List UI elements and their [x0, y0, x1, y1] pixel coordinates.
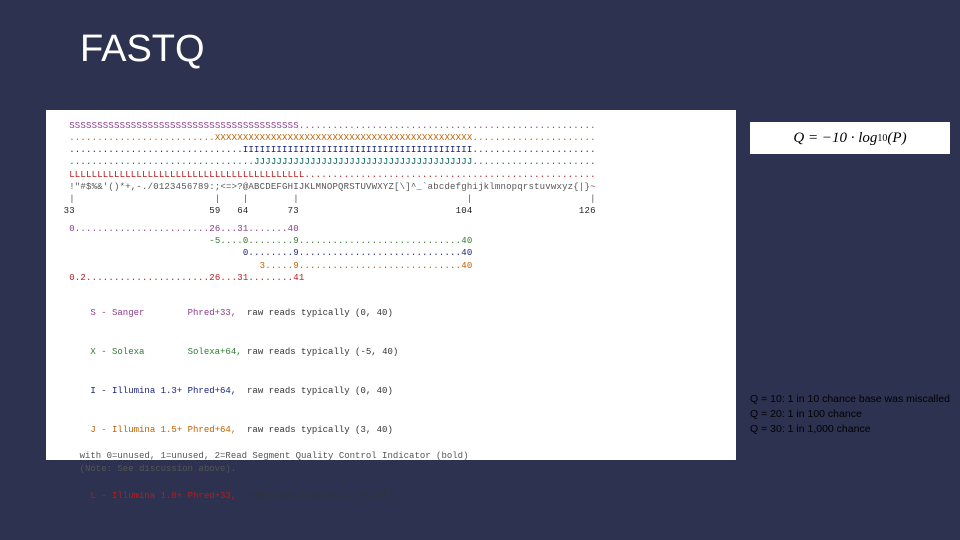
- range-illumina18: 0.2......................26...31........…: [58, 272, 724, 284]
- range-solexa: -5....0........9........................…: [58, 235, 724, 247]
- row-illumina18-l: LLLLLLLLLLLLLLLLLLLLLLLLLLLLLLLLLLLLLLLL…: [58, 169, 724, 181]
- legend-illumina15-note1: with 0=unused, 1=unused, 2=Read Segment …: [58, 450, 724, 463]
- range-illumina13: 0........9.............................4…: [58, 247, 724, 259]
- legend-illumina13-tag: I - Illumina 1.3+ Phred+64,: [90, 386, 236, 396]
- legend-sanger-tag: S - Sanger Phred+33,: [90, 308, 236, 318]
- legend-illumina18: L - Illumina 1.8+ Phred+33, raw reads ty…: [58, 476, 724, 515]
- range-illumina15: 3.....9.............................40: [58, 260, 724, 272]
- row-solexa-x: ..........................XXXXXXXXXXXXXX…: [58, 132, 724, 144]
- legend-solexa-tag: X - Solexa Solexa+64,: [90, 347, 241, 357]
- row-ascii-positions: 33 59 64 73 104 126: [58, 205, 724, 217]
- slide-title: FASTQ: [80, 28, 205, 71]
- legend-block: S - Sanger Phred+33, raw reads typically…: [58, 294, 724, 516]
- legend-sanger: S - Sanger Phred+33, raw reads typically…: [58, 294, 724, 333]
- legend-illumina13-desc: raw reads typically (0, 40): [236, 386, 393, 396]
- range-sanger: 0........................26...31.......4…: [58, 223, 724, 235]
- legend-sanger-desc: raw reads typically (0, 40): [236, 308, 393, 318]
- q10-example: Q = 10: 1 in 10 chance base was miscalle…: [750, 392, 955, 407]
- encoding-diagram-panel: SSSSSSSSSSSSSSSSSSSSSSSSSSSSSSSSSSSSSSSS…: [46, 110, 736, 460]
- row-tick-marks: | | | | | |: [58, 193, 724, 205]
- legend-illumina15-note2: (Note: See discussion above).: [58, 463, 724, 476]
- row-sanger-s: SSSSSSSSSSSSSSSSSSSSSSSSSSSSSSSSSSSSSSSS…: [58, 120, 724, 132]
- q30-example: Q = 30: 1 in 1,000 chance: [750, 422, 955, 437]
- legend-illumina18-desc: raw reads typically (0, 41): [236, 491, 393, 501]
- phred-formula: Q = −10 · log10(P): [750, 122, 950, 154]
- row-ascii-scale: !"#$%&'()*+,-./0123456789:;<=>?@ABCDEFGH…: [58, 181, 724, 193]
- legend-solexa: X - Solexa Solexa+64, raw reads typicall…: [58, 333, 724, 372]
- q-examples-list: Q = 10: 1 in 10 chance base was miscalle…: [750, 392, 955, 438]
- formula-subscript: 10: [877, 133, 887, 144]
- legend-solexa-desc: raw reads typically (-5, 40): [242, 347, 399, 357]
- legend-illumina15: J - Illumina 1.5+ Phred+64, raw reads ty…: [58, 411, 724, 450]
- row-illumina15-j: .................................JJJJJJJ…: [58, 156, 724, 168]
- formula-main: Q = −10 · log: [793, 130, 877, 147]
- row-illumina13-i: ...............................IIIIIIIII…: [58, 144, 724, 156]
- legend-illumina18-tag: L - Illumina 1.8+ Phred+33,: [90, 491, 236, 501]
- q20-example: Q = 20: 1 in 100 chance: [750, 407, 955, 422]
- legend-illumina15-desc: raw reads typically (3, 40): [236, 425, 393, 435]
- legend-illumina15-tag: J - Illumina 1.5+ Phred+64,: [90, 425, 236, 435]
- legend-illumina13: I - Illumina 1.3+ Phred+64, raw reads ty…: [58, 372, 724, 411]
- formula-tail: (P): [887, 130, 906, 147]
